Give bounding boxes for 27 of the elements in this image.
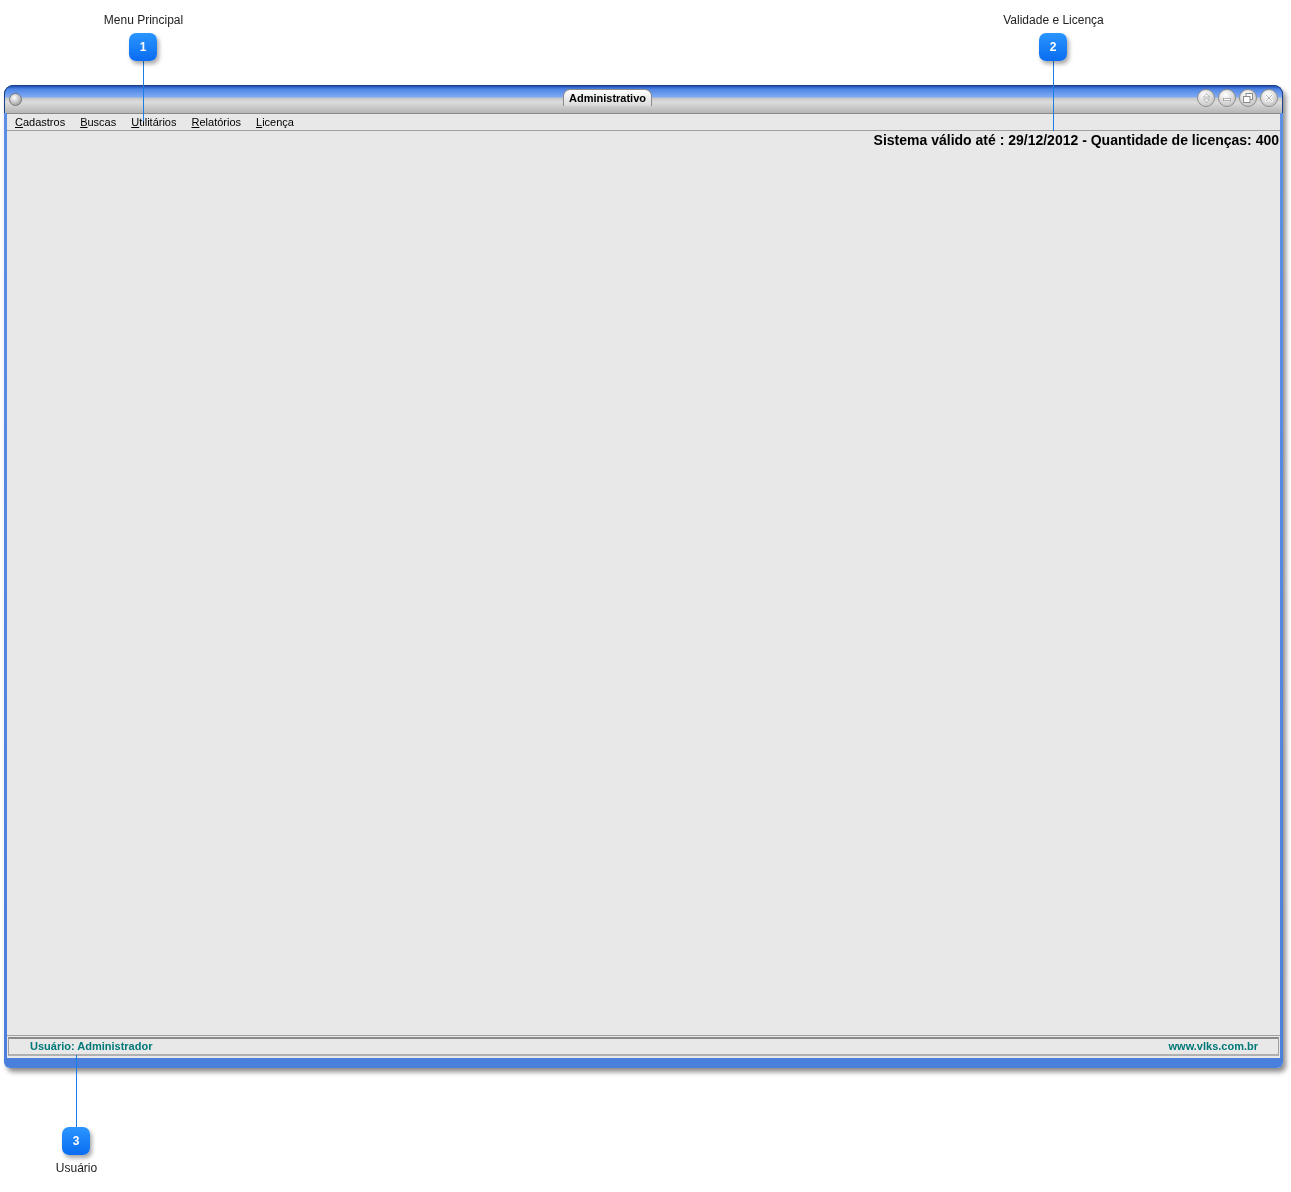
menu-item[interactable]: Cadastros xyxy=(15,115,66,129)
restore-icon xyxy=(1243,93,1253,103)
window-title: Administrativo xyxy=(563,89,652,106)
callout-label: Menu Principal xyxy=(103,12,184,28)
license-notice: Sistema válido até : 29/12/2012 - Quantidade de licenças: 400 xyxy=(873,132,1279,149)
leader-line xyxy=(76,1055,77,1127)
callout-label: Usuário xyxy=(55,1160,98,1176)
callout-marker: 2 xyxy=(1039,33,1067,61)
callout-label: Validade e Licença xyxy=(1003,12,1104,28)
maximize-button[interactable] xyxy=(1239,89,1257,107)
menu-item[interactable]: Utilitários xyxy=(131,115,177,129)
window-menu-icon[interactable] xyxy=(9,93,22,106)
leader-line xyxy=(143,61,144,121)
roll-up-button[interactable] xyxy=(1197,89,1215,107)
callout-marker: 3 xyxy=(62,1127,90,1155)
menu-item[interactable]: Licença xyxy=(256,115,294,129)
minimize-button[interactable] xyxy=(1218,89,1236,107)
close-button[interactable] xyxy=(1260,89,1278,107)
up-down-arrows-icon xyxy=(1202,93,1210,103)
menu-item[interactable]: Buscas xyxy=(80,115,117,129)
close-icon xyxy=(1265,94,1273,102)
callout-marker: 1 xyxy=(129,33,157,61)
website-link[interactable]: www.vlks.com.br xyxy=(1168,1038,1258,1055)
minimize-icon xyxy=(1223,98,1231,101)
menu-item[interactable]: Relatórios xyxy=(191,115,242,129)
leader-line xyxy=(1053,61,1054,131)
user-status: Usuário: Administrador xyxy=(30,1039,153,1055)
